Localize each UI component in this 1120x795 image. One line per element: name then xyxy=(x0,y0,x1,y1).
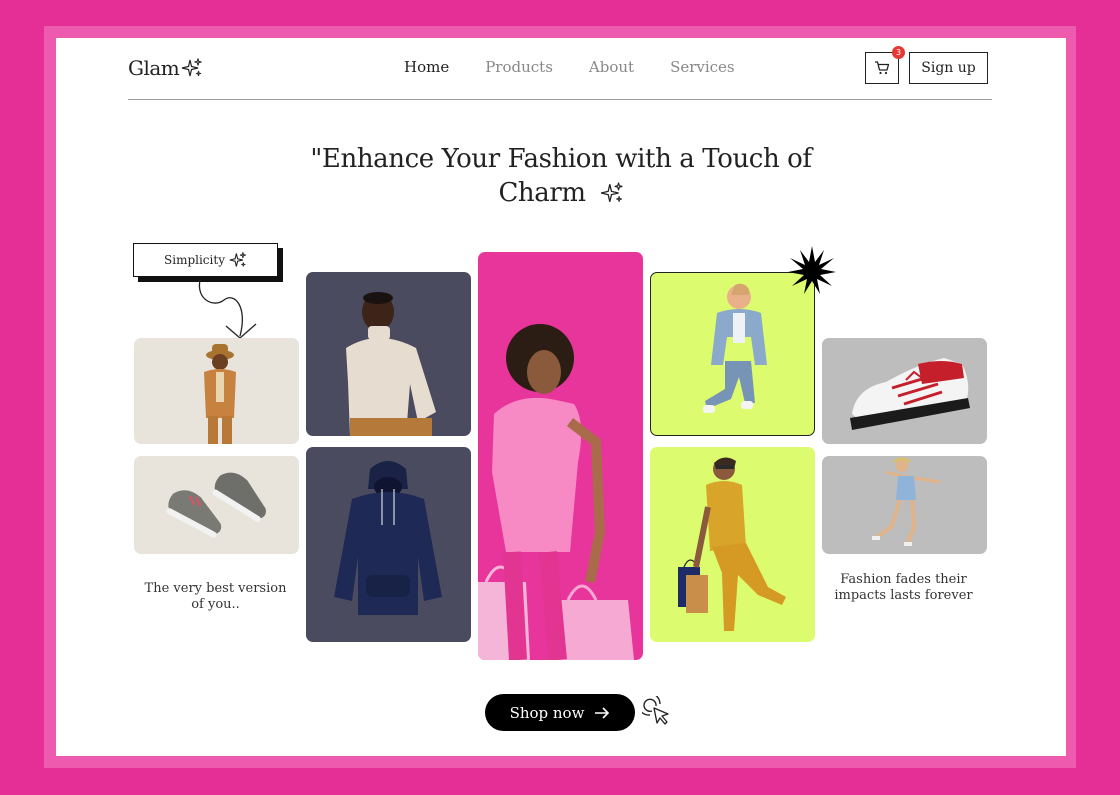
simplicity-tag: Simplicity xyxy=(133,243,278,277)
logo-text: Glam xyxy=(128,56,180,80)
nav-services[interactable]: Services xyxy=(670,58,735,76)
nav-about[interactable]: About xyxy=(589,58,634,76)
headline-line-2: Charm xyxy=(498,178,586,208)
tag-label: Simplicity xyxy=(164,253,225,267)
headline-line-1: "Enhance Your Fashion with a Touch of xyxy=(310,144,812,174)
starburst-icon xyxy=(788,246,836,294)
nav-products[interactable]: Products xyxy=(485,58,553,76)
photo-woman-shopping-bags[interactable] xyxy=(650,447,815,642)
shop-now-button[interactable]: Shop now xyxy=(485,694,635,731)
cart-button[interactable]: 3 xyxy=(865,46,905,84)
cart-count-badge: 3 xyxy=(892,46,905,59)
cart-icon xyxy=(875,61,890,75)
caption-right: Fashion fades their impacts lasts foreve… xyxy=(834,572,973,603)
arrow-right-icon xyxy=(595,706,610,719)
photo-red-sneaker[interactable] xyxy=(822,338,987,444)
caption-left: The very best version of you.. xyxy=(144,581,287,612)
signup-button[interactable]: Sign up xyxy=(909,52,988,84)
photo-child-denim[interactable] xyxy=(650,272,815,436)
sparkle-icon xyxy=(229,252,246,267)
cursor-click-icon xyxy=(642,696,669,725)
main-nav: Home Products About Services xyxy=(404,58,735,76)
photo-dancing-girl[interactable] xyxy=(822,456,987,554)
photo-man-turtleneck[interactable] xyxy=(306,272,471,436)
nav-home[interactable]: Home xyxy=(404,58,449,76)
hero-headline: "Enhance Your Fashion with a Touch of Ch… xyxy=(296,142,826,210)
photo-grey-sneakers[interactable] xyxy=(134,456,299,554)
photo-navy-hoodie[interactable] xyxy=(306,447,471,642)
photo-model-pink-outfit[interactable] xyxy=(478,252,643,660)
sparkle-icon xyxy=(600,182,623,202)
curved-arrow-icon xyxy=(198,279,257,339)
shop-now-label: Shop now xyxy=(509,703,585,722)
brand-logo[interactable]: Glam xyxy=(128,56,203,80)
landing-card: Glam Home Products About Services 3 Sign… xyxy=(56,38,1066,756)
sparkle-icon xyxy=(182,58,202,77)
photo-man-in-hat[interactable] xyxy=(134,338,299,444)
nav-divider xyxy=(128,99,992,100)
